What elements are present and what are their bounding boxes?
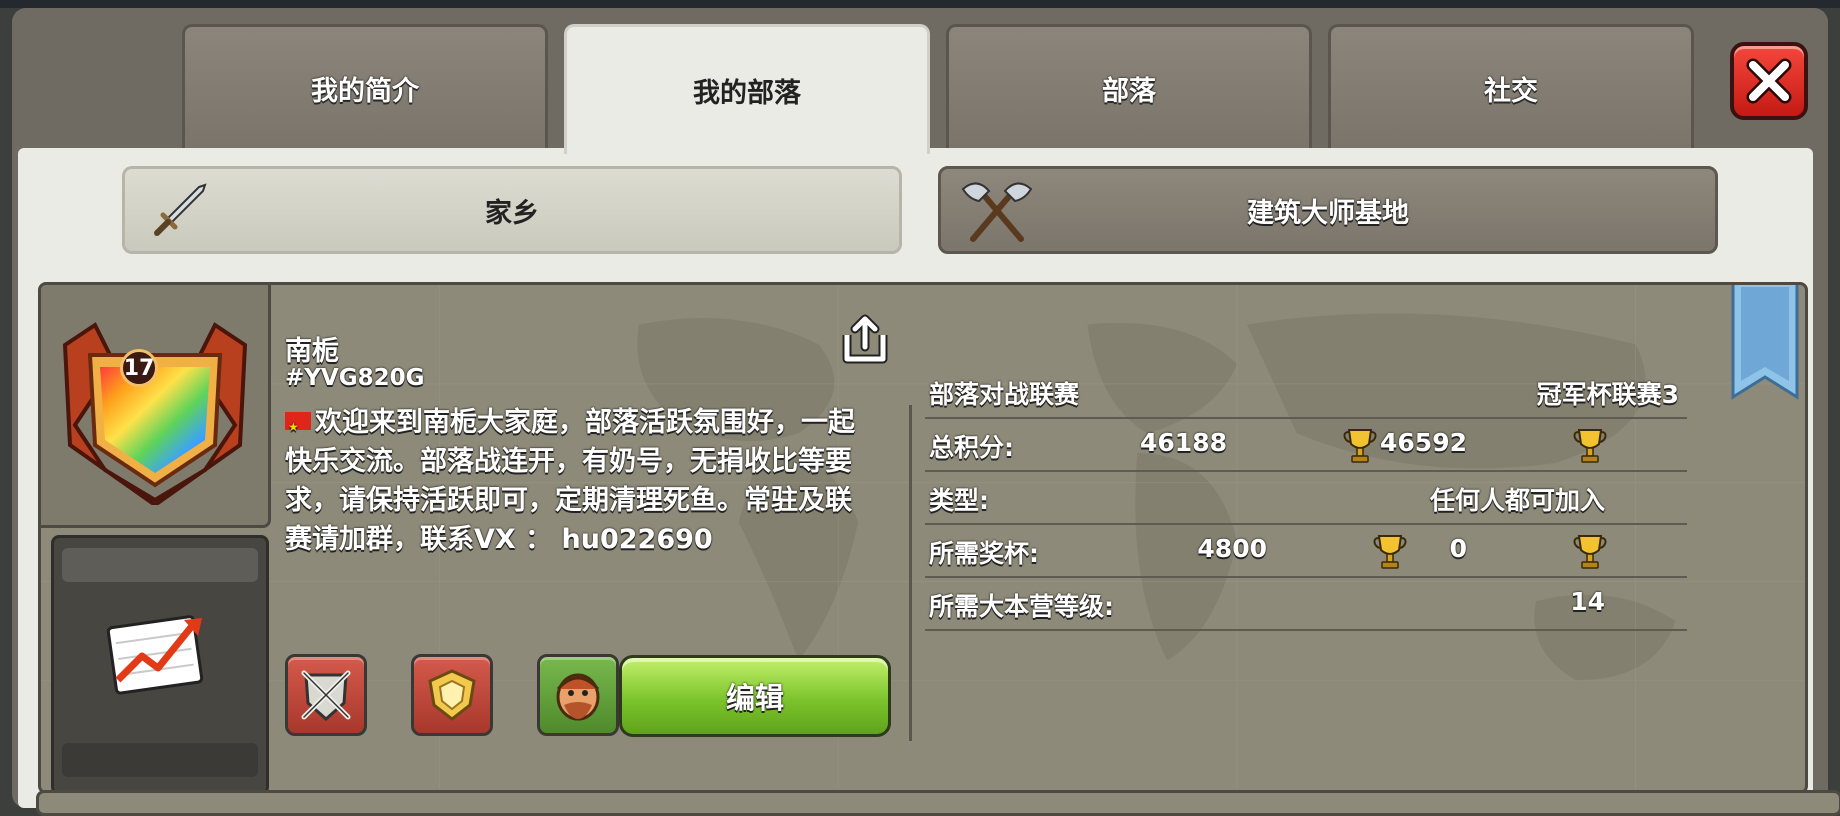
subtab-home-label: 家乡 <box>485 197 539 229</box>
subtab-builder-label: 建筑大师基地 <box>1247 197 1409 229</box>
top-strip <box>0 0 1840 8</box>
trophy-icon <box>1343 429 1377 463</box>
main-panel: 家乡 建筑大师基地 17 南栀 #YVG820G ★欢迎来到南栀大家庭，部落活跃… <box>18 148 1813 808</box>
clan-name: 南栀 <box>285 336 339 367</box>
builder-trophy-icon <box>1573 429 1607 463</box>
clan-badge-icon[interactable] <box>55 305 255 505</box>
total-points-home: 46188 <box>1140 428 1227 457</box>
sword-icon <box>154 183 207 236</box>
bookmark-ribbon-icon[interactable] <box>1729 282 1801 401</box>
required-townhall-value: 14 <box>1570 587 1605 616</box>
clan-badge-panel: 17 <box>41 285 271 528</box>
info-row-required-townhall: 所需大本营等级: 14 <box>925 579 1687 631</box>
subtab-builder-base[interactable]: 建筑大师基地 <box>938 166 1718 254</box>
total-points-builder: 46592 <box>1380 428 1467 457</box>
clan-tag[interactable]: #YVG820G <box>285 365 425 391</box>
required-townhall-label: 所需大本营等级: <box>929 592 1114 621</box>
builder-icon <box>556 673 600 721</box>
tab-social[interactable]: 社交 <box>1328 24 1694 149</box>
clan-description-text: 欢迎来到南栀大家庭，部落活跃氛围好，一起快乐交流。部落战连开，有奶号，无捐收比等… <box>285 407 855 555</box>
crossed-axes-icon <box>961 182 1033 242</box>
clan-stats-button[interactable] <box>51 535 269 791</box>
required-trophies-builder: 0 <box>1449 534 1467 563</box>
builder-trophy-icon <box>1573 535 1607 569</box>
war-league-button[interactable] <box>411 654 493 736</box>
type-value: 任何人都可加入 <box>1429 486 1605 515</box>
war-shield-icon <box>301 670 351 722</box>
clan-war-button[interactable] <box>285 654 367 736</box>
clan-capital-button[interactable] <box>537 654 619 736</box>
stats-chart-icon <box>106 615 204 695</box>
close-button[interactable] <box>1730 42 1808 120</box>
info-row-total-points: 总积分: 46188 46592 <box>925 420 1687 472</box>
required-trophies-home: 4800 <box>1197 534 1267 563</box>
stats-bar-top <box>62 548 258 582</box>
share-icon[interactable] <box>841 313 889 365</box>
china-flag-icon <box>285 408 311 447</box>
required-trophies-label: 所需奖杯: <box>929 539 1039 568</box>
war-league-label: 部落对战联赛 <box>929 380 1080 409</box>
tab-my-profile[interactable]: 我的简介 <box>182 24 548 149</box>
close-icon <box>1746 58 1792 104</box>
clan-level-badge: 17 <box>120 349 158 387</box>
tab-my-clan[interactable]: 我的部落 <box>564 24 930 154</box>
bottom-panel-edge <box>36 790 1840 816</box>
edit-clan-button[interactable]: 编辑 <box>619 655 891 737</box>
type-label: 类型: <box>929 486 989 515</box>
info-divider <box>909 405 912 741</box>
war-league-value: 冠军杯联赛3 <box>1536 380 1679 409</box>
clan-description: 欢迎来到南栀大家庭，部落活跃氛围好，一起快乐交流。部落战连开，有奶号，无捐收比等… <box>285 403 870 559</box>
stats-bar-bottom <box>62 743 258 777</box>
trophy-icon <box>1373 535 1407 569</box>
info-row-type: 类型: 任何人都可加入 <box>925 473 1687 525</box>
total-points-label: 总积分: <box>929 433 1014 462</box>
tab-clans[interactable]: 部落 <box>946 24 1312 149</box>
league-badge-icon <box>428 669 476 721</box>
subtab-home-village[interactable]: 家乡 <box>122 166 902 254</box>
info-row-war-league: 部落对战联赛 冠军杯联赛3 <box>925 367 1687 419</box>
clan-info-card: 17 南栀 #YVG820G 欢迎来到南栀大家庭，部落活跃氛围好，一起快乐交流。… <box>38 282 1808 794</box>
info-row-required-trophies: 所需奖杯: 4800 0 <box>925 526 1687 578</box>
